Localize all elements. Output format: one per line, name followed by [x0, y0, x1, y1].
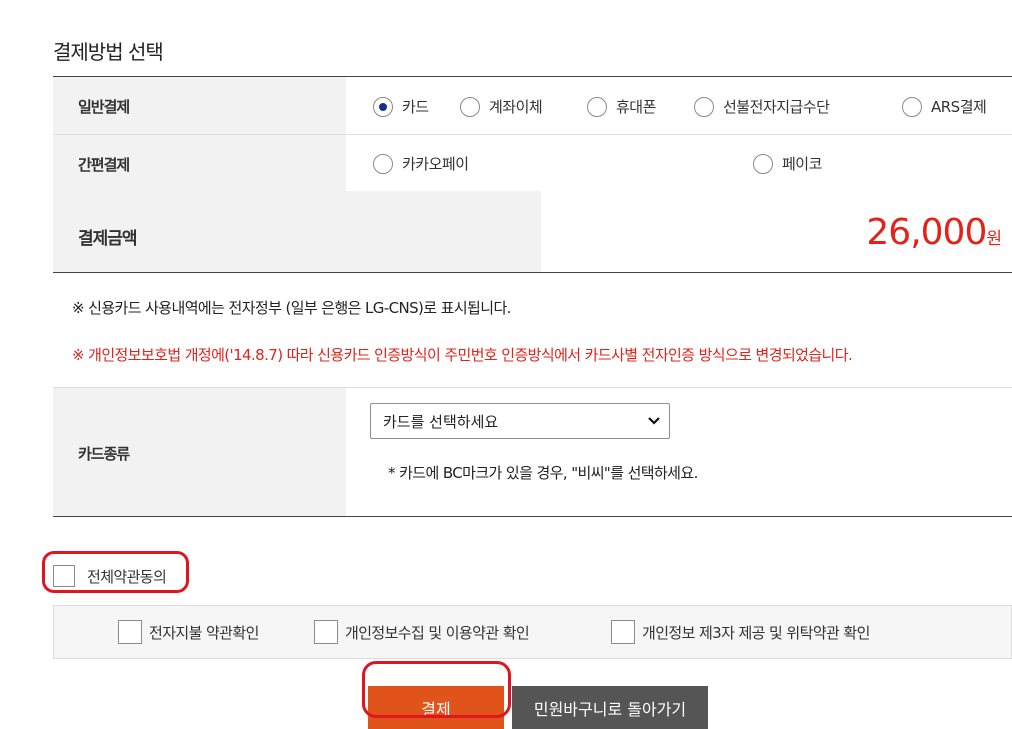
simple-payment-label: 간편결제: [78, 156, 130, 174]
agree-payment-terms-label: 전자지불 약관확인: [149, 623, 259, 642]
radio-prepaid[interactable]: 선불전자지급수단: [694, 96, 830, 117]
agree-third-party-label: 개인정보 제3자 제공 및 위탁약관 확인: [642, 623, 870, 642]
radio-kakaopay[interactable]: 카카오페이: [373, 153, 469, 174]
annotation-highlight-pay: [362, 661, 511, 718]
agree-privacy-collection-label: 개인정보수집 및 이용약관 확인: [345, 623, 530, 642]
radio-circle-icon: [587, 96, 607, 117]
agree-third-party[interactable]: 개인정보 제3자 제공 및 위탁약관 확인: [611, 620, 870, 644]
card-type-hint: * 카드에 BC마크가 있을 경우, "비씨"를 선택하세요.: [388, 464, 698, 482]
radio-selected-dot-icon: [379, 102, 387, 111]
radio-circle-icon: [902, 96, 922, 117]
radio-card[interactable]: 카드: [373, 96, 429, 117]
amount-label: 결제금액: [78, 229, 138, 249]
radio-circle-icon: [373, 96, 393, 117]
radio-card-label: 카드: [402, 98, 429, 116]
card-section-bottom-border: [53, 516, 1012, 517]
general-payment-label: 일반결제: [78, 98, 130, 116]
agree-privacy-collection-checkbox[interactable]: [314, 620, 338, 644]
radio-circle-icon: [373, 153, 393, 174]
radio-payco-label: 페이코: [782, 155, 822, 173]
radio-circle-icon: [694, 96, 714, 117]
radio-ars[interactable]: ARS결제: [902, 96, 987, 117]
table-bottom-border: [53, 272, 1012, 273]
radio-mobile[interactable]: 휴대폰: [587, 96, 656, 117]
amount-value: 26,000: [866, 212, 987, 253]
agree-third-party-checkbox[interactable]: [611, 620, 635, 644]
card-type-select-value: 카드를 선택하세요: [383, 412, 499, 431]
card-type-select[interactable]: 카드를 선택하세요: [370, 403, 670, 439]
annotation-highlight-agree-all: [42, 551, 189, 593]
page-title: 결제방법 선택: [53, 40, 164, 64]
privacy-law-warning: ※ 개인정보보호법 개정에('14.8.7) 따라 신용카드 인증방식이 주민번…: [72, 346, 853, 364]
radio-payco[interactable]: 페이코: [753, 153, 822, 174]
amount-unit: 원: [986, 229, 1002, 249]
radio-bank-transfer[interactable]: 계좌이체: [460, 96, 543, 117]
agree-payment-terms[interactable]: 전자지불 약관확인: [118, 620, 259, 644]
radio-prepaid-label: 선불전자지급수단: [723, 98, 830, 116]
amount-display: 26,000 원: [866, 212, 1002, 253]
card-type-label: 카드종류: [78, 445, 130, 463]
back-to-cart-button[interactable]: 민원바구니로 돌아가기: [512, 686, 708, 729]
radio-ars-label: ARS결제: [931, 98, 987, 116]
radio-mobile-label: 휴대폰: [616, 98, 656, 116]
card-statement-note: ※ 신용카드 사용내역에는 전자정부 (일부 은행은 LG-CNS)로 표시됩니…: [72, 299, 511, 317]
chevron-down-icon: [648, 417, 660, 425]
radio-kakaopay-label: 카카오페이: [402, 155, 469, 173]
radio-bank-transfer-label: 계좌이체: [489, 98, 543, 116]
radio-circle-icon: [753, 153, 773, 174]
radio-circle-icon: [460, 96, 480, 117]
agree-payment-terms-checkbox[interactable]: [118, 620, 142, 644]
agree-privacy-collection[interactable]: 개인정보수집 및 이용약관 확인: [314, 620, 530, 644]
